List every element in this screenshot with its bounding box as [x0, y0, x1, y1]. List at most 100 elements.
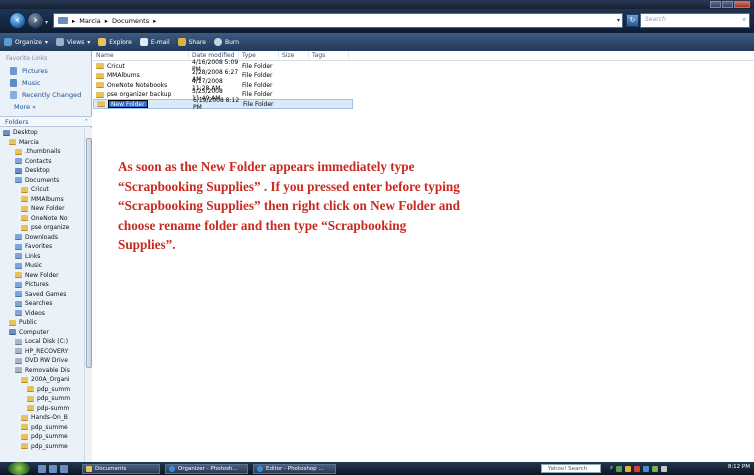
tree-item[interactable]: pdp_summe [0, 442, 84, 452]
share-button[interactable]: Share [177, 38, 206, 46]
back-button[interactable]: ‹ [9, 12, 26, 29]
tree-item-label: pdp-summ [37, 404, 70, 412]
favorite-link-pictures[interactable]: Pictures [0, 65, 91, 77]
tree-item[interactable]: pse organize [0, 223, 84, 233]
address-dropdown-icon[interactable]: ▾ [617, 17, 620, 24]
forward-button[interactable]: › [27, 12, 44, 29]
volume-icon[interactable] [661, 465, 668, 472]
tree-item[interactable]: pdp_summ [0, 385, 84, 395]
scrollbar-thumb[interactable] [86, 138, 92, 368]
type-cell: File Folder [242, 72, 273, 79]
chevron-down-icon: ▾ [44, 38, 48, 46]
search-icon[interactable]: ⌕ [743, 16, 746, 24]
breadcrumb-documents[interactable]: Documents [112, 17, 149, 25]
tree-item[interactable]: Downloads [0, 233, 84, 243]
tree-item[interactable]: Marcia [0, 138, 84, 148]
tree-item[interactable]: Hands-On_B [0, 413, 84, 423]
nav-scrollbar[interactable] [84, 128, 92, 462]
tree-item[interactable]: Public [0, 318, 84, 328]
tree-item[interactable]: Favorites [0, 242, 84, 252]
email-button[interactable]: E-mail [139, 38, 170, 46]
browser-icon[interactable] [60, 464, 68, 473]
tree-item[interactable]: 200A_Organi [0, 375, 84, 385]
close-button[interactable] [734, 1, 750, 8]
tray-app-icon[interactable] [643, 465, 650, 472]
views-button[interactable]: Views ▾ [55, 38, 90, 46]
tree-item[interactable]: Removable Dis [0, 366, 84, 376]
tree-item[interactable]: Videos [0, 309, 84, 319]
minimize-button[interactable] [710, 1, 721, 8]
library-folder-icon [15, 234, 22, 241]
history-dropdown-icon[interactable]: ▾ [45, 19, 48, 26]
tree-item[interactable]: pdp_summ [0, 394, 84, 404]
favorite-link-music[interactable]: Music [0, 77, 91, 89]
tree-item[interactable]: New Folder [0, 271, 84, 281]
folder-icon [15, 272, 22, 279]
file-row[interactable]: New Folder 6/19/2008 8:12 PM File Folder [93, 97, 353, 111]
network-icon[interactable] [652, 465, 659, 472]
tree-item[interactable]: Searches [0, 299, 84, 309]
tray-app-icon[interactable] [616, 465, 623, 472]
folder-icon [21, 376, 28, 383]
yahoo-search-box[interactable]: Yahoo! Search [541, 464, 601, 473]
column-tags[interactable]: Tags [309, 50, 349, 61]
column-type[interactable]: Type [239, 50, 279, 61]
more-link[interactable]: More» [0, 101, 91, 113]
refresh-button[interactable]: ↻ [626, 14, 639, 27]
task-editor-photoshop[interactable]: Editor - Photoshop ... [253, 463, 336, 474]
show-desktop-icon[interactable] [38, 464, 46, 473]
tree-item[interactable]: Links [0, 252, 84, 262]
tree-item[interactable]: Saved Games [0, 290, 84, 300]
tray-app-icon[interactable] [634, 465, 641, 472]
drive-icon [15, 357, 22, 364]
file-name: OneNote Notebooks [107, 81, 168, 89]
breadcrumb-marcia[interactable]: Marcia [79, 17, 100, 25]
tree-item[interactable]: Computer [0, 328, 84, 338]
tree-item[interactable]: DVD RW Drive [0, 356, 84, 366]
tree-item[interactable]: Local Disk (C:) [0, 337, 84, 347]
tree-item[interactable]: pdp-summ [0, 404, 84, 414]
tree-item[interactable]: Desktop [0, 166, 84, 176]
favorite-link-recently-changed[interactable]: Recently Changed [0, 89, 91, 101]
tree-item[interactable]: Documents [0, 176, 84, 186]
burn-button[interactable]: Burn [213, 38, 239, 46]
task-documents[interactable]: Documents [82, 463, 160, 474]
tree-item[interactable]: Desktop [0, 128, 84, 138]
search-input[interactable]: Search ⌕ [640, 13, 750, 28]
tree-item[interactable]: Pictures [0, 280, 84, 290]
explore-button[interactable]: Explore [98, 38, 132, 46]
switch-windows-icon[interactable] [49, 464, 57, 473]
tree-item-label: HP_RECOVERY [25, 347, 69, 355]
folder-icon [21, 443, 28, 450]
command-toolbar: Organize ▾ Views ▾ Explore E-mail Share Bu… [0, 33, 754, 51]
type-cell: File Folder [242, 81, 273, 89]
tree-item[interactable]: Contacts [0, 157, 84, 167]
tree-item[interactable]: OneNote No [0, 214, 84, 224]
tree-item-label: Public [19, 319, 37, 327]
tree-item[interactable]: pdp_summe [0, 432, 84, 442]
tree-item[interactable]: Music [0, 261, 84, 271]
address-bar[interactable]: ▸ Marcia ▸ Documents ▸ ▾ [53, 13, 623, 28]
type-cell: File Folder [243, 100, 274, 108]
start-button[interactable] [8, 462, 30, 475]
folder-icon [96, 91, 104, 98]
folder-icon [58, 17, 68, 24]
file-name-cell: pse organizer backup [93, 91, 189, 98]
tree-item[interactable]: MMAlbums [0, 195, 84, 205]
tree-item[interactable]: pdp_summe [0, 423, 84, 433]
maximize-button[interactable] [722, 1, 733, 8]
column-name[interactable]: Name [93, 50, 189, 61]
search-icon[interactable]: ⌕ [610, 465, 613, 472]
tree-item[interactable]: HP_RECOVERY [0, 347, 84, 357]
tree-item[interactable]: New Folder [0, 204, 84, 214]
organize-button[interactable]: Organize ▾ [4, 38, 48, 46]
tree-item[interactable]: .thumbnails [0, 147, 84, 157]
tree-item[interactable]: Cricut [0, 185, 84, 195]
tray-app-icon[interactable] [625, 465, 632, 472]
folders-header[interactable]: Folders ˄ [0, 116, 92, 127]
task-organizer-photoshop[interactable]: Organizer - Photosh... [165, 463, 248, 474]
column-size[interactable]: Size [279, 50, 309, 61]
favorite-links-header: Favorite Links [6, 55, 48, 62]
rename-input[interactable]: New Folder [108, 100, 148, 108]
date-modified-cell: 6/19/2008 8:12 PM [193, 97, 240, 111]
